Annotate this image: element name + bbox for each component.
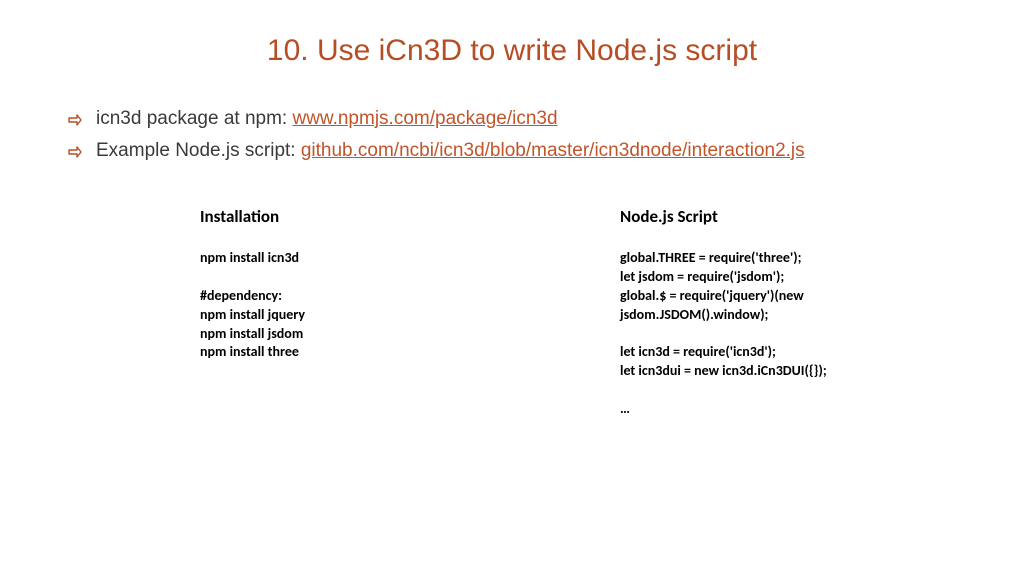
bullet-text: Example Node.js script: github.com/ncbi/… [96, 140, 984, 162]
bullet-arrow-icon [68, 114, 82, 126]
installation-body: npm install icn3d #dependency: npm insta… [200, 249, 500, 362]
bullet-item: icn3d package at npm: www.npmjs.com/pack… [68, 108, 984, 130]
bullet-label: Example Node.js script: [96, 140, 301, 161]
script-body: global.THREE = require('three'); let jsd… [620, 249, 920, 419]
script-heading: Node.js Script [620, 206, 920, 227]
slide-title: 10. Use iCn3D to write Node.js script [0, 34, 1024, 68]
installation-heading: Installation [200, 206, 500, 227]
bullet-list: icn3d package at npm: www.npmjs.com/pack… [68, 108, 984, 172]
github-link[interactable]: github.com/ncbi/icn3d/blob/master/icn3dn… [301, 140, 805, 161]
bullet-label: icn3d package at npm: [96, 108, 292, 129]
bullet-arrow-icon [68, 146, 82, 158]
npm-link[interactable]: www.npmjs.com/package/icn3d [292, 108, 557, 129]
bullet-text: icn3d package at npm: www.npmjs.com/pack… [96, 108, 984, 130]
script-column: Node.js Script global.THREE = require('t… [620, 206, 920, 419]
installation-column: Installation npm install icn3d #dependen… [200, 206, 500, 419]
bullet-item: Example Node.js script: github.com/ncbi/… [68, 140, 984, 162]
code-columns: Installation npm install icn3d #dependen… [200, 206, 920, 419]
